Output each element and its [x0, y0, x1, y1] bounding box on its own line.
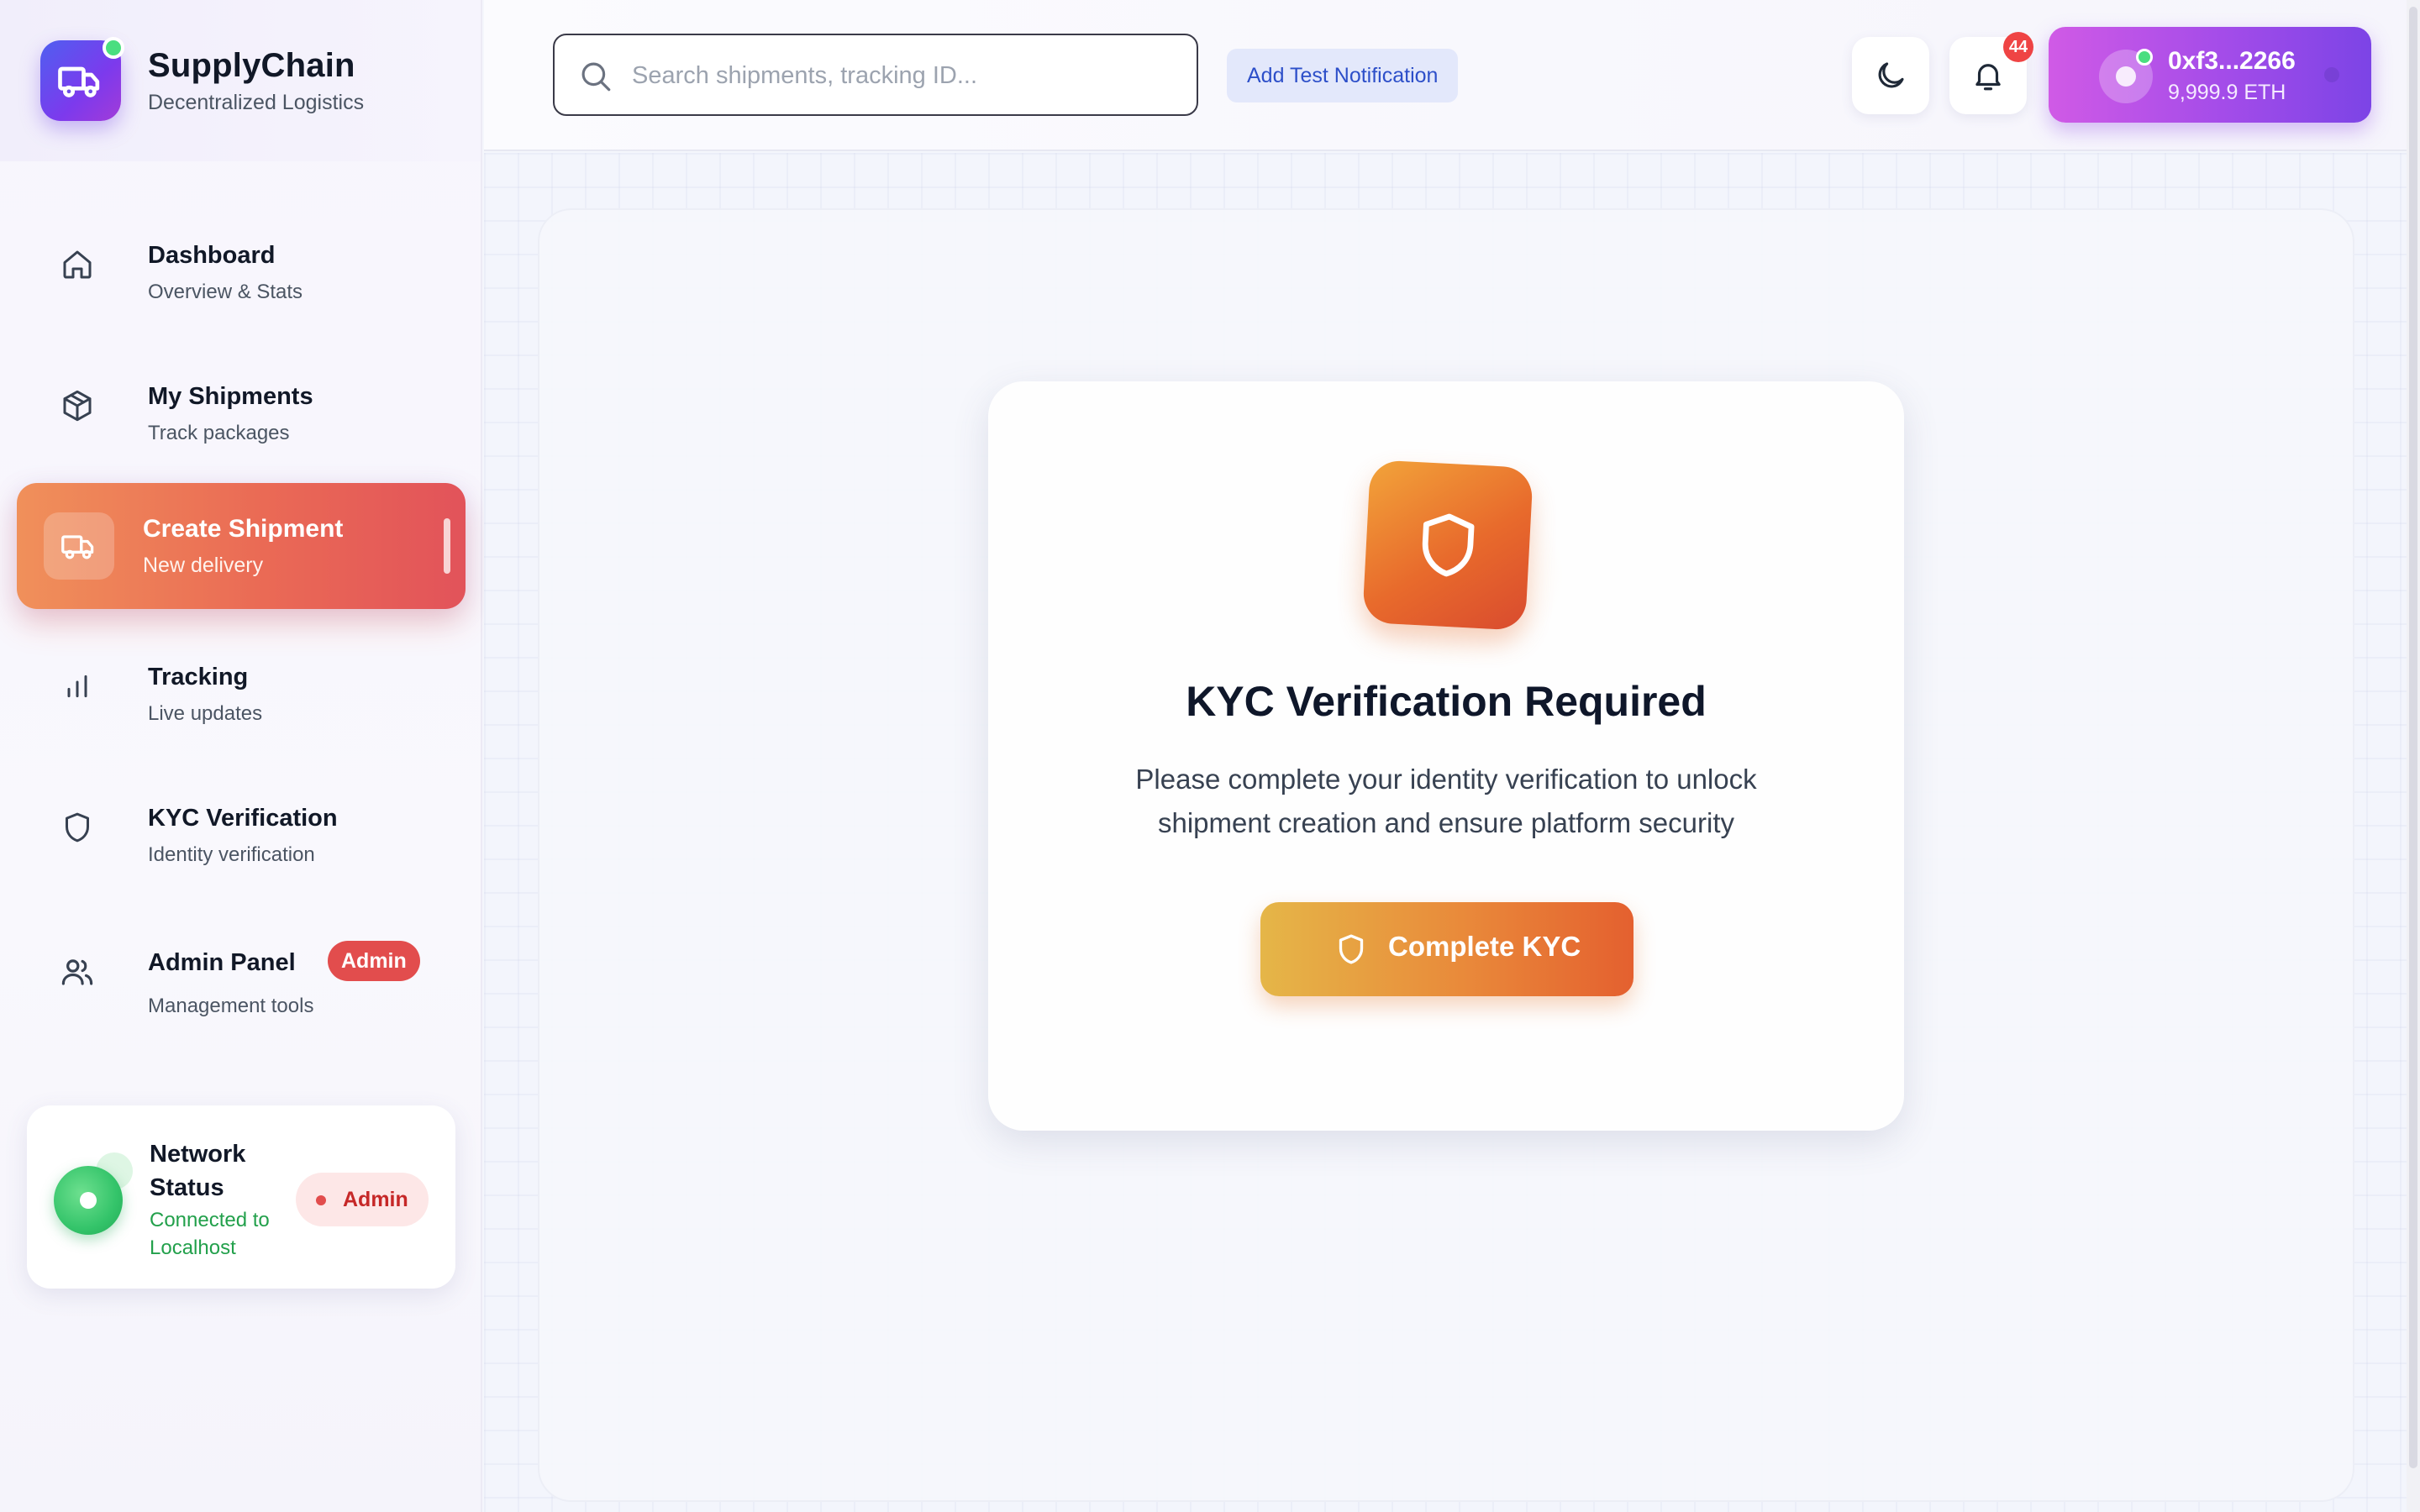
sidebar-item-admin-panel[interactable]: Admin Panel Admin Management tools	[17, 909, 466, 1035]
sidebar-item-subtitle: Overview & Stats	[148, 281, 303, 303]
sidebar-item-title: Admin Panel	[148, 949, 296, 976]
sidebar-item-my-shipments[interactable]: My Shipments Track packages	[17, 343, 466, 469]
sidebar-item-title: Dashboard	[148, 242, 276, 269]
network-status-text: Connected to Localhost	[150, 1209, 270, 1259]
wallet-menu-indicator	[2324, 67, 2339, 82]
theme-toggle-button[interactable]	[1852, 37, 1929, 114]
top-header: Add Test Notification 44 0xf3...2266 9,9…	[484, 0, 2420, 151]
complete-kyc-label: Complete KYC	[1388, 931, 1581, 962]
brand-header: SupplyChain Decentralized Logistics	[0, 0, 481, 161]
search-icon	[581, 62, 611, 92]
wallet-connected-dot	[2136, 49, 2153, 66]
active-indicator	[444, 518, 450, 574]
bell-icon	[1975, 64, 2001, 91]
sidebar-item-subtitle: Track packages	[148, 422, 290, 444]
add-test-notification-button[interactable]: Add Test Notification	[1227, 49, 1459, 102]
sidebar-item-subtitle: Live updates	[148, 702, 263, 725]
brand-title: SupplyChain	[148, 47, 355, 84]
complete-kyc-button[interactable]: Complete KYC	[1260, 902, 1634, 996]
package-icon	[50, 379, 104, 433]
home-icon	[50, 238, 104, 291]
sidebar: SupplyChain Decentralized Logistics Dash…	[0, 0, 482, 1512]
sidebar-item-create-shipment[interactable]: Create Shipment New delivery	[17, 483, 466, 609]
app-root: SupplyChain Decentralized Logistics Dash…	[0, 0, 2420, 1512]
page-scrollbar[interactable]	[2407, 0, 2420, 1512]
wallet-button[interactable]: 0xf3...2266 9,999.9 ETH	[2049, 27, 2371, 123]
search-input[interactable]	[632, 52, 1178, 99]
wallet-address: 0xf3...2266	[2168, 47, 2296, 75]
brand-subtitle: Decentralized Logistics	[148, 91, 365, 114]
brand-online-dot	[103, 37, 124, 59]
wallet-balance: 9,999.9 ETH	[2168, 81, 2286, 104]
role-badge-label: Admin	[343, 1188, 408, 1211]
sidebar-item-title: Create Shipment	[143, 515, 344, 543]
sidebar-item-title: My Shipments	[148, 383, 313, 410]
kyc-required-card: KYC Verification Required Please complet…	[988, 381, 1904, 1131]
sidebar-item-dashboard[interactable]: Dashboard Overview & Stats	[17, 202, 466, 328]
kyc-shield-tile	[1362, 459, 1534, 631]
sidebar-item-subtitle: New delivery	[143, 554, 264, 577]
kyc-description: Please complete your identity verificati…	[1135, 764, 1757, 838]
sidebar-item-subtitle: Identity verification	[148, 843, 315, 866]
network-status-title: Network Status	[150, 1141, 246, 1201]
users-icon	[50, 945, 104, 999]
sidebar-item-title: KYC Verification	[148, 805, 338, 832]
truck-icon	[44, 512, 114, 580]
sidebar-item-title: Tracking	[148, 664, 249, 690]
truck-icon	[58, 66, 100, 97]
notifications-button[interactable]: 44	[1949, 32, 2033, 114]
sidebar-item-kyc-verification[interactable]: KYC Verification Identity verification	[17, 764, 466, 890]
moon-icon	[1878, 62, 1904, 88]
shield-icon	[1422, 513, 1475, 577]
bar-chart-icon	[50, 659, 104, 713]
kyc-title: KYC Verification Required	[1186, 678, 1707, 725]
network-status-icon	[54, 1166, 123, 1235]
shield-icon	[1339, 934, 1364, 964]
sidebar-item-subtitle: Management tools	[148, 995, 314, 1017]
role-badge-dot	[316, 1195, 326, 1205]
shield-icon	[50, 801, 104, 854]
search-box[interactable]	[553, 34, 1198, 116]
network-status-card: Network Status Connected to Localhost Ad…	[27, 1105, 455, 1289]
admin-badge: Admin	[328, 941, 420, 981]
scrollbar-thumb[interactable]	[2409, 7, 2417, 1468]
sidebar-item-tracking[interactable]: Tracking Live updates	[17, 623, 466, 749]
role-badge: Admin	[296, 1173, 429, 1226]
notification-count-badge: 44	[2003, 32, 2033, 62]
